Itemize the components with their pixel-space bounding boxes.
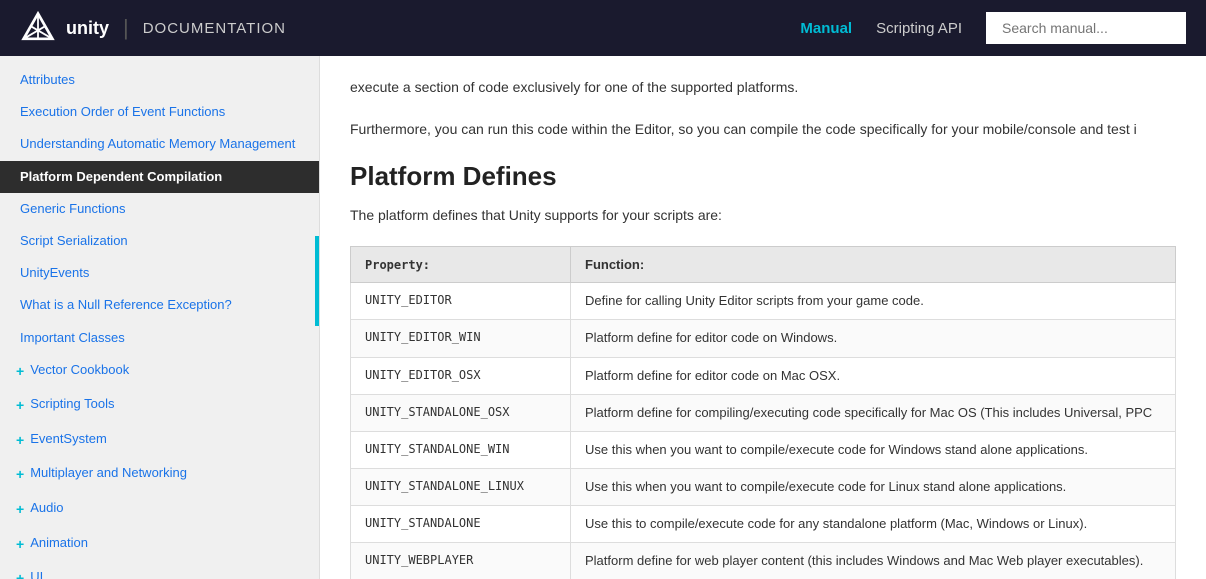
table-row: UNITY_WEBPLAYERPlatform define for web p…	[351, 543, 1176, 579]
scroll-indicator	[315, 236, 319, 326]
expand-icon: +	[16, 465, 24, 485]
search-input[interactable]	[986, 12, 1186, 44]
expand-icon: +	[16, 396, 24, 416]
sidebar-item-scripting-tools[interactable]: + Scripting Tools	[0, 388, 319, 423]
sidebar-item-ui[interactable]: + UI	[0, 561, 319, 579]
logo-doc-text: DOCUMENTATION	[143, 20, 286, 37]
sidebar-item-script-serialization[interactable]: Script Serialization	[0, 225, 319, 257]
content-area: execute a section of code exclusively fo…	[320, 56, 1206, 579]
table-row: UNITY_EDITORDefine for calling Unity Edi…	[351, 283, 1176, 320]
table-cell-function: Platform define for compiling/executing …	[571, 394, 1176, 431]
table-cell-function: Use this when you want to compile/execut…	[571, 431, 1176, 468]
table-row: UNITY_EDITOR_WINPlatform define for edit…	[351, 320, 1176, 357]
manual-link[interactable]: Manual	[800, 20, 852, 37]
table-row: UNITY_STANDALONE_OSXPlatform define for …	[351, 394, 1176, 431]
main-layout: Attributes Execution Order of Event Func…	[0, 56, 1206, 579]
api-link[interactable]: Scripting API	[876, 20, 962, 37]
table-cell-function: Platform define for editor code on Windo…	[571, 320, 1176, 357]
sidebar-item-vector-cookbook[interactable]: + Vector Cookbook	[0, 354, 319, 389]
sidebar-label-event-system: EventSystem	[30, 430, 107, 448]
sidebar-item-null-reference[interactable]: What is a Null Reference Exception?	[0, 289, 319, 321]
sidebar-item-auto-memory[interactable]: Understanding Automatic Memory Managemen…	[0, 128, 319, 160]
table-row: UNITY_STANDALONE_WINUse this when you wa…	[351, 431, 1176, 468]
content-intro-text: execute a section of code exclusively fo…	[350, 76, 1176, 98]
sidebar-item-attributes[interactable]: Attributes	[0, 64, 319, 96]
table-cell-property: UNITY_EDITOR_WIN	[351, 320, 571, 357]
table-header-property: Property:	[351, 247, 571, 283]
table-cell-property: UNITY_STANDALONE_WIN	[351, 431, 571, 468]
logo-divider: |	[123, 15, 129, 41]
sidebar-label-ui: UI	[30, 568, 43, 579]
sidebar-item-unity-events[interactable]: UnityEvents	[0, 257, 319, 289]
header-nav: Manual Scripting API	[800, 12, 1186, 44]
logo-unity-text: unity	[66, 18, 109, 39]
logo: unity | DOCUMENTATION	[20, 10, 286, 46]
sidebar-item-audio[interactable]: + Audio	[0, 492, 319, 527]
table-row: UNITY_EDITOR_OSXPlatform define for edit…	[351, 357, 1176, 394]
sidebar-item-platform-dependent[interactable]: Platform Dependent Compilation	[0, 161, 319, 193]
table-cell-property: UNITY_EDITOR	[351, 283, 571, 320]
expand-icon: +	[16, 569, 24, 579]
sidebar-label-scripting-tools: Scripting Tools	[30, 395, 114, 413]
table-cell-property: UNITY_STANDALONE	[351, 506, 571, 543]
sidebar-label-animation: Animation	[30, 534, 88, 552]
section-desc: The platform defines that Unity supports…	[350, 204, 1176, 226]
expand-icon: +	[16, 535, 24, 555]
table-cell-function: Use this when you want to compile/execut…	[571, 469, 1176, 506]
table-cell-function: Define for calling Unity Editor scripts …	[571, 283, 1176, 320]
expand-icon: +	[16, 431, 24, 451]
sidebar-label-vector-cookbook: Vector Cookbook	[30, 361, 129, 379]
table-cell-function: Use this to compile/execute code for any…	[571, 506, 1176, 543]
unity-logo-icon	[20, 10, 56, 46]
table-cell-property: UNITY_EDITOR_OSX	[351, 357, 571, 394]
table-cell-function: Platform define for editor code on Mac O…	[571, 357, 1176, 394]
table-cell-function: Platform define for web player content (…	[571, 543, 1176, 579]
table-cell-property: UNITY_STANDALONE_OSX	[351, 394, 571, 431]
section-title: Platform Defines	[350, 161, 1176, 192]
sidebar-label-multiplayer: Multiplayer and Networking	[30, 464, 187, 482]
defines-table: Property: Function: UNITY_EDITORDefine f…	[350, 246, 1176, 579]
sidebar-item-animation[interactable]: + Animation	[0, 527, 319, 562]
sidebar-item-important-classes[interactable]: Important Classes	[0, 322, 319, 354]
sidebar: Attributes Execution Order of Event Func…	[0, 56, 320, 579]
expand-icon: +	[16, 500, 24, 520]
table-header-function: Function:	[571, 247, 1176, 283]
sidebar-item-event-system[interactable]: + EventSystem	[0, 423, 319, 458]
table-cell-property: UNITY_STANDALONE_LINUX	[351, 469, 571, 506]
table-row: UNITY_STANDALONEUse this to compile/exec…	[351, 506, 1176, 543]
sidebar-item-execution-order[interactable]: Execution Order of Event Functions	[0, 96, 319, 128]
content-further-text: Furthermore, you can run this code withi…	[350, 118, 1176, 140]
header: unity | DOCUMENTATION Manual Scripting A…	[0, 0, 1206, 56]
expand-icon: +	[16, 362, 24, 382]
sidebar-item-multiplayer-networking[interactable]: + Multiplayer and Networking	[0, 457, 319, 492]
table-cell-property: UNITY_WEBPLAYER	[351, 543, 571, 579]
sidebar-item-generic-functions[interactable]: Generic Functions	[0, 193, 319, 225]
sidebar-label-audio: Audio	[30, 499, 63, 517]
table-row: UNITY_STANDALONE_LINUXUse this when you …	[351, 469, 1176, 506]
